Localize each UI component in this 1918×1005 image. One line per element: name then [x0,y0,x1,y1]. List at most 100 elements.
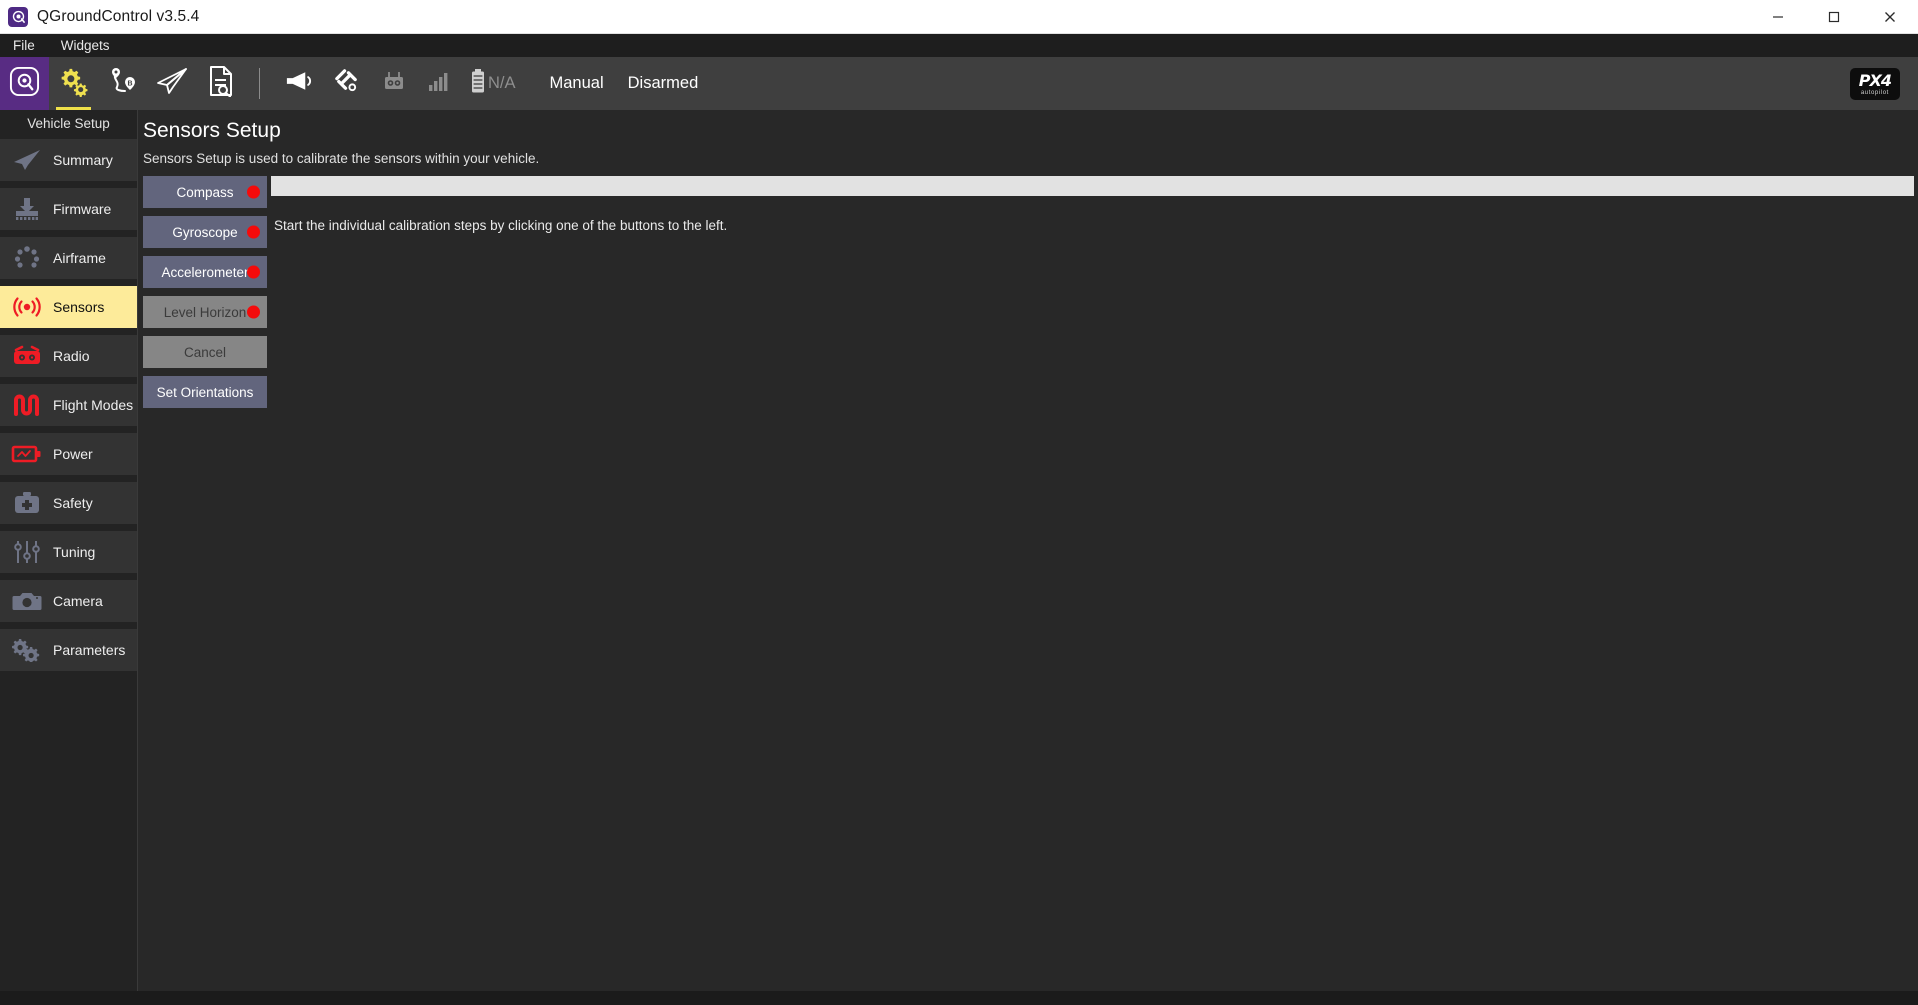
calibration-status-area: Start the individual calibration steps b… [267,176,1918,416]
paper-plane-icon [10,146,44,174]
page-title: Sensors Setup [143,119,281,142]
plan-button[interactable]: B [98,57,147,110]
close-button[interactable] [1862,0,1918,34]
sidebar-item-summary[interactable]: Summary [0,139,137,181]
minimize-button[interactable] [1750,0,1806,34]
level-horizon-calibration-button[interactable]: Level Horizon [143,296,267,328]
main-toolbar: B N/A Manual Disarmed PX4 autopilot [0,57,1918,110]
telemetry-indicator[interactable] [418,57,460,110]
body-container: Vehicle Setup Summary Firmware Airframe … [0,110,1918,1005]
signal-bars-icon [428,71,450,96]
sidebar-item-label: Parameters [53,642,126,658]
radio-icon [10,342,44,370]
compass-calibration-button[interactable]: Compass [143,176,267,208]
px4-brand-tagline: autopilot [1860,89,1889,96]
menu-item-file[interactable]: File [10,37,38,54]
sensors-waves-icon [10,293,44,321]
airframe-dots-icon [10,244,44,272]
calibration-button-label: Cancel [183,344,227,360]
sidebar-bottom-strip [0,991,138,1005]
sidebar-item-flight-modes[interactable]: Flight Modes [0,384,137,426]
qgc-logo-button[interactable] [0,57,49,110]
sidebar-item-label: Power [53,446,93,462]
battery-indicator[interactable]: N/A [460,57,538,110]
qgc-logo-icon [8,6,28,27]
sidebar-item-label: Tuning [53,544,96,560]
sidebar-item-airframe[interactable]: Airframe [0,237,137,279]
fly-button[interactable] [147,57,196,110]
level-horizon-status-indicator [247,305,260,319]
battery-value: N/A [488,74,516,92]
power-battery-icon [10,440,44,468]
sidebar-item-label: Summary [53,152,113,168]
sidebar-item-power[interactable]: Power [0,433,137,475]
window-titlebar: QGroundControl v3.5.4 [0,0,1918,34]
flight-mode-label[interactable]: Manual [538,74,616,93]
sidebar-item-parameters[interactable]: Parameters [0,629,137,671]
svg-text:B: B [127,81,132,88]
calibration-area: Compass Gyroscope Accelerometer Level Ho… [138,166,1918,416]
gps-indicator[interactable] [323,57,370,110]
sidebar-item-label: Radio [53,348,90,364]
vehicle-setup-sidebar: Vehicle Setup Summary Firmware Airframe … [0,110,138,1005]
sidebar-item-camera[interactable]: Camera [0,580,137,622]
gears-icon [10,636,44,664]
gears-icon [57,66,90,102]
accelerometer-calibration-button[interactable]: Accelerometer [143,256,267,288]
px4-brand-logo: PX4 autopilot [1849,67,1900,100]
messages-indicator[interactable] [274,57,323,110]
toolbar-divider [259,68,260,99]
calibration-instruction-text: Start the individual calibration steps b… [274,218,728,233]
calibration-button-label: Gyroscope [172,224,238,240]
download-chip-icon [10,195,44,223]
gyroscope-calibration-button[interactable]: Gyroscope [143,216,267,248]
set-orientations-button[interactable]: Set Orientations [143,376,267,408]
sensors-setup-panel: Sensors Setup Sensors Setup is used to c… [138,110,1918,1005]
sidebar-item-firmware[interactable]: Firmware [0,188,137,230]
paper-plane-icon [155,66,189,101]
content-bottom-strip [138,991,1918,1005]
sliders-icon [10,538,44,566]
calibration-button-label: Compass [176,184,234,200]
calibration-progress-bar [271,176,1914,196]
qgc-logo-icon [9,66,40,102]
sidebar-item-label: Airframe [53,250,106,266]
menubar: File Widgets [0,34,1918,57]
cancel-button[interactable]: Cancel [143,336,267,368]
armed-state-label[interactable]: Disarmed [616,74,711,93]
calibration-button-label: Set Orientations [156,384,254,400]
sidebar-item-label: Camera [53,593,103,609]
first-aid-icon [10,489,44,517]
vehicle-setup-button[interactable] [49,57,98,110]
px4-brand-name: PX4 [1858,70,1892,90]
calibration-button-label: Level Horizon [163,304,247,320]
rc-controller-icon [380,69,408,98]
accelerometer-status-indicator [247,265,260,279]
window-title: QGroundControl v3.5.4 [37,7,200,25]
document-search-icon [206,65,236,102]
compass-status-indicator [247,185,260,199]
camera-icon [10,587,44,615]
maximize-button[interactable] [1806,0,1862,34]
sidebar-title: Vehicle Setup [27,116,110,131]
sidebar-item-label: Safety [53,495,93,511]
satellite-icon [333,68,360,100]
rc-indicator[interactable] [370,57,418,110]
page-subtitle: Sensors Setup is used to calibrate the s… [143,151,540,166]
sidebar-item-label: Sensors [53,299,105,315]
sidebar-item-radio[interactable]: Radio [0,335,137,377]
sidebar-item-safety[interactable]: Safety [0,482,137,524]
flight-modes-icon [10,391,44,419]
waypoints-icon: B [107,66,139,101]
calibration-button-label: Accelerometer [161,264,249,280]
megaphone-icon [284,69,313,98]
analyze-button[interactable] [196,57,245,110]
sidebar-item-label: Firmware [53,201,112,217]
toolbar-nav-group: B [0,57,245,110]
sidebar-item-tuning[interactable]: Tuning [0,531,137,573]
menu-item-widgets[interactable]: Widgets [58,37,113,54]
sidebar-item-label: Flight Modes [53,397,134,413]
toolbar-status-group: N/A Manual Disarmed [274,57,710,110]
sidebar-item-sensors[interactable]: Sensors [0,286,137,328]
